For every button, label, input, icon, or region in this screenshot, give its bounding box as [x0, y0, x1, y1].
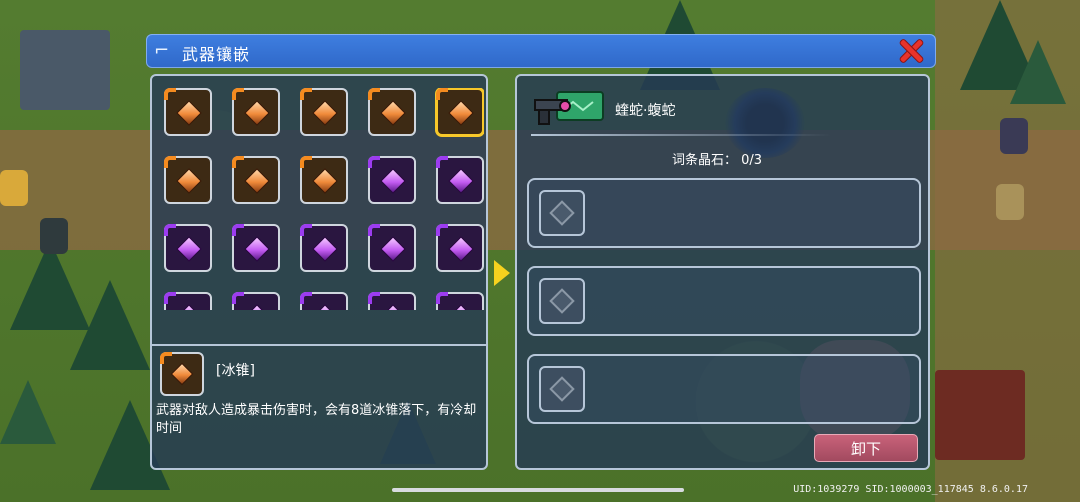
window-title-bar: ⌐ 武器镶嵌 — [146, 34, 936, 68]
purple-gem-icon — [244, 236, 270, 262]
purple-gem-icon — [176, 304, 202, 310]
npc-character — [996, 184, 1024, 220]
close-button[interactable] — [896, 36, 926, 66]
empty-slot-frame — [539, 366, 585, 412]
gem-slot[interactable] — [232, 156, 280, 204]
inlay-slot[interactable] — [527, 178, 921, 248]
weapon-detail-panel: 蝰蛇·蝮蛇 词条晶石： 0/3 卸下 — [515, 74, 930, 470]
gem-slot[interactable] — [300, 224, 348, 272]
tree-icon — [70, 280, 150, 370]
gem-slot[interactable] — [232, 224, 280, 272]
purple-gem-icon — [448, 168, 474, 194]
gem-slot[interactable] — [368, 156, 416, 204]
gem-slot[interactable] — [232, 292, 280, 310]
forge-building — [20, 30, 110, 110]
gem-slot[interactable] — [164, 88, 212, 136]
gem-slot[interactable] — [300, 156, 348, 204]
gem-slot[interactable] — [436, 292, 484, 310]
purple-gem-icon — [380, 236, 406, 262]
empty-gem-icon — [549, 288, 575, 314]
gem-slot[interactable] — [436, 88, 484, 136]
orange-gem-icon — [244, 100, 270, 126]
purple-gem-icon — [312, 304, 338, 310]
purple-gem-icon — [244, 304, 270, 310]
purple-gem-icon — [448, 236, 474, 262]
purple-gem-icon — [380, 168, 406, 194]
gem-slot[interactable] — [164, 292, 212, 310]
gem-slot[interactable] — [436, 156, 484, 204]
empty-slot-frame — [539, 278, 585, 324]
selected-gem-name: [冰锥] — [216, 363, 255, 379]
gem-grid — [164, 88, 484, 310]
gem-slot[interactable] — [368, 292, 416, 310]
selected-gem-icon — [160, 352, 204, 396]
home-indicator[interactable] — [392, 488, 684, 492]
purple-gem-icon — [312, 236, 338, 262]
divider — [152, 344, 486, 346]
gem-slot[interactable] — [300, 292, 348, 310]
orange-gem-icon — [244, 168, 270, 194]
version-info: UID:1039279 SID:1000003_117845 8.6.0.17 — [793, 484, 1028, 495]
orange-gem-icon — [312, 100, 338, 126]
npc-character — [40, 218, 68, 254]
gem-slot[interactable] — [164, 156, 212, 204]
window-title: 武器镶嵌 — [182, 45, 251, 64]
orange-gem-icon — [380, 100, 406, 126]
gem-slot[interactable] — [436, 224, 484, 272]
gem-grid-scroll[interactable] — [164, 88, 484, 310]
gem-slot[interactable] — [164, 224, 212, 272]
gem-slot[interactable] — [232, 88, 280, 136]
purple-gem-icon — [176, 236, 202, 262]
inlay-slot[interactable] — [527, 354, 921, 424]
gem-slot[interactable] — [300, 88, 348, 136]
tree-icon — [1010, 40, 1066, 104]
purple-gem-icon — [448, 304, 474, 310]
gem-inventory-panel: [冰锥] 武器对敌人造成暴击伤害时，会有8道冰锥落下，有冷却时间 — [150, 74, 488, 470]
tree-icon — [0, 380, 56, 444]
arrow-right-icon — [494, 260, 510, 286]
crate-stack — [935, 370, 1025, 460]
inlay-slot[interactable] — [527, 266, 921, 336]
unload-button[interactable]: 卸下 — [814, 434, 918, 462]
crystal-label: 词条晶石： — [672, 153, 738, 168]
orange-gem-icon — [176, 100, 202, 126]
purple-gem-icon — [380, 304, 406, 310]
orange-gem-icon — [312, 168, 338, 194]
orange-gem-icon — [448, 100, 474, 126]
gem-icon — [170, 362, 194, 386]
weapon-icon — [534, 91, 604, 125]
gem-slot[interactable] — [368, 88, 416, 136]
crystal-count: 0/3 — [741, 153, 763, 168]
selected-gem-description: 武器对敌人造成暴击伤害时，会有8道冰锥落下，有冷却时间 — [156, 403, 477, 436]
empty-slot-frame — [539, 190, 585, 236]
weapon-name: 蝰蛇·蝮蛇 — [615, 103, 676, 119]
orange-gem-icon — [176, 168, 202, 194]
pistol-icon: ⌐ — [154, 40, 170, 61]
npc-character — [1000, 118, 1028, 154]
empty-gem-icon — [549, 200, 575, 226]
empty-gem-icon — [549, 376, 575, 402]
divider — [531, 134, 831, 136]
crystal-count-row: 词条晶石： 0/3 — [672, 149, 762, 168]
gem-slot[interactable] — [368, 224, 416, 272]
npc-character — [0, 170, 28, 206]
